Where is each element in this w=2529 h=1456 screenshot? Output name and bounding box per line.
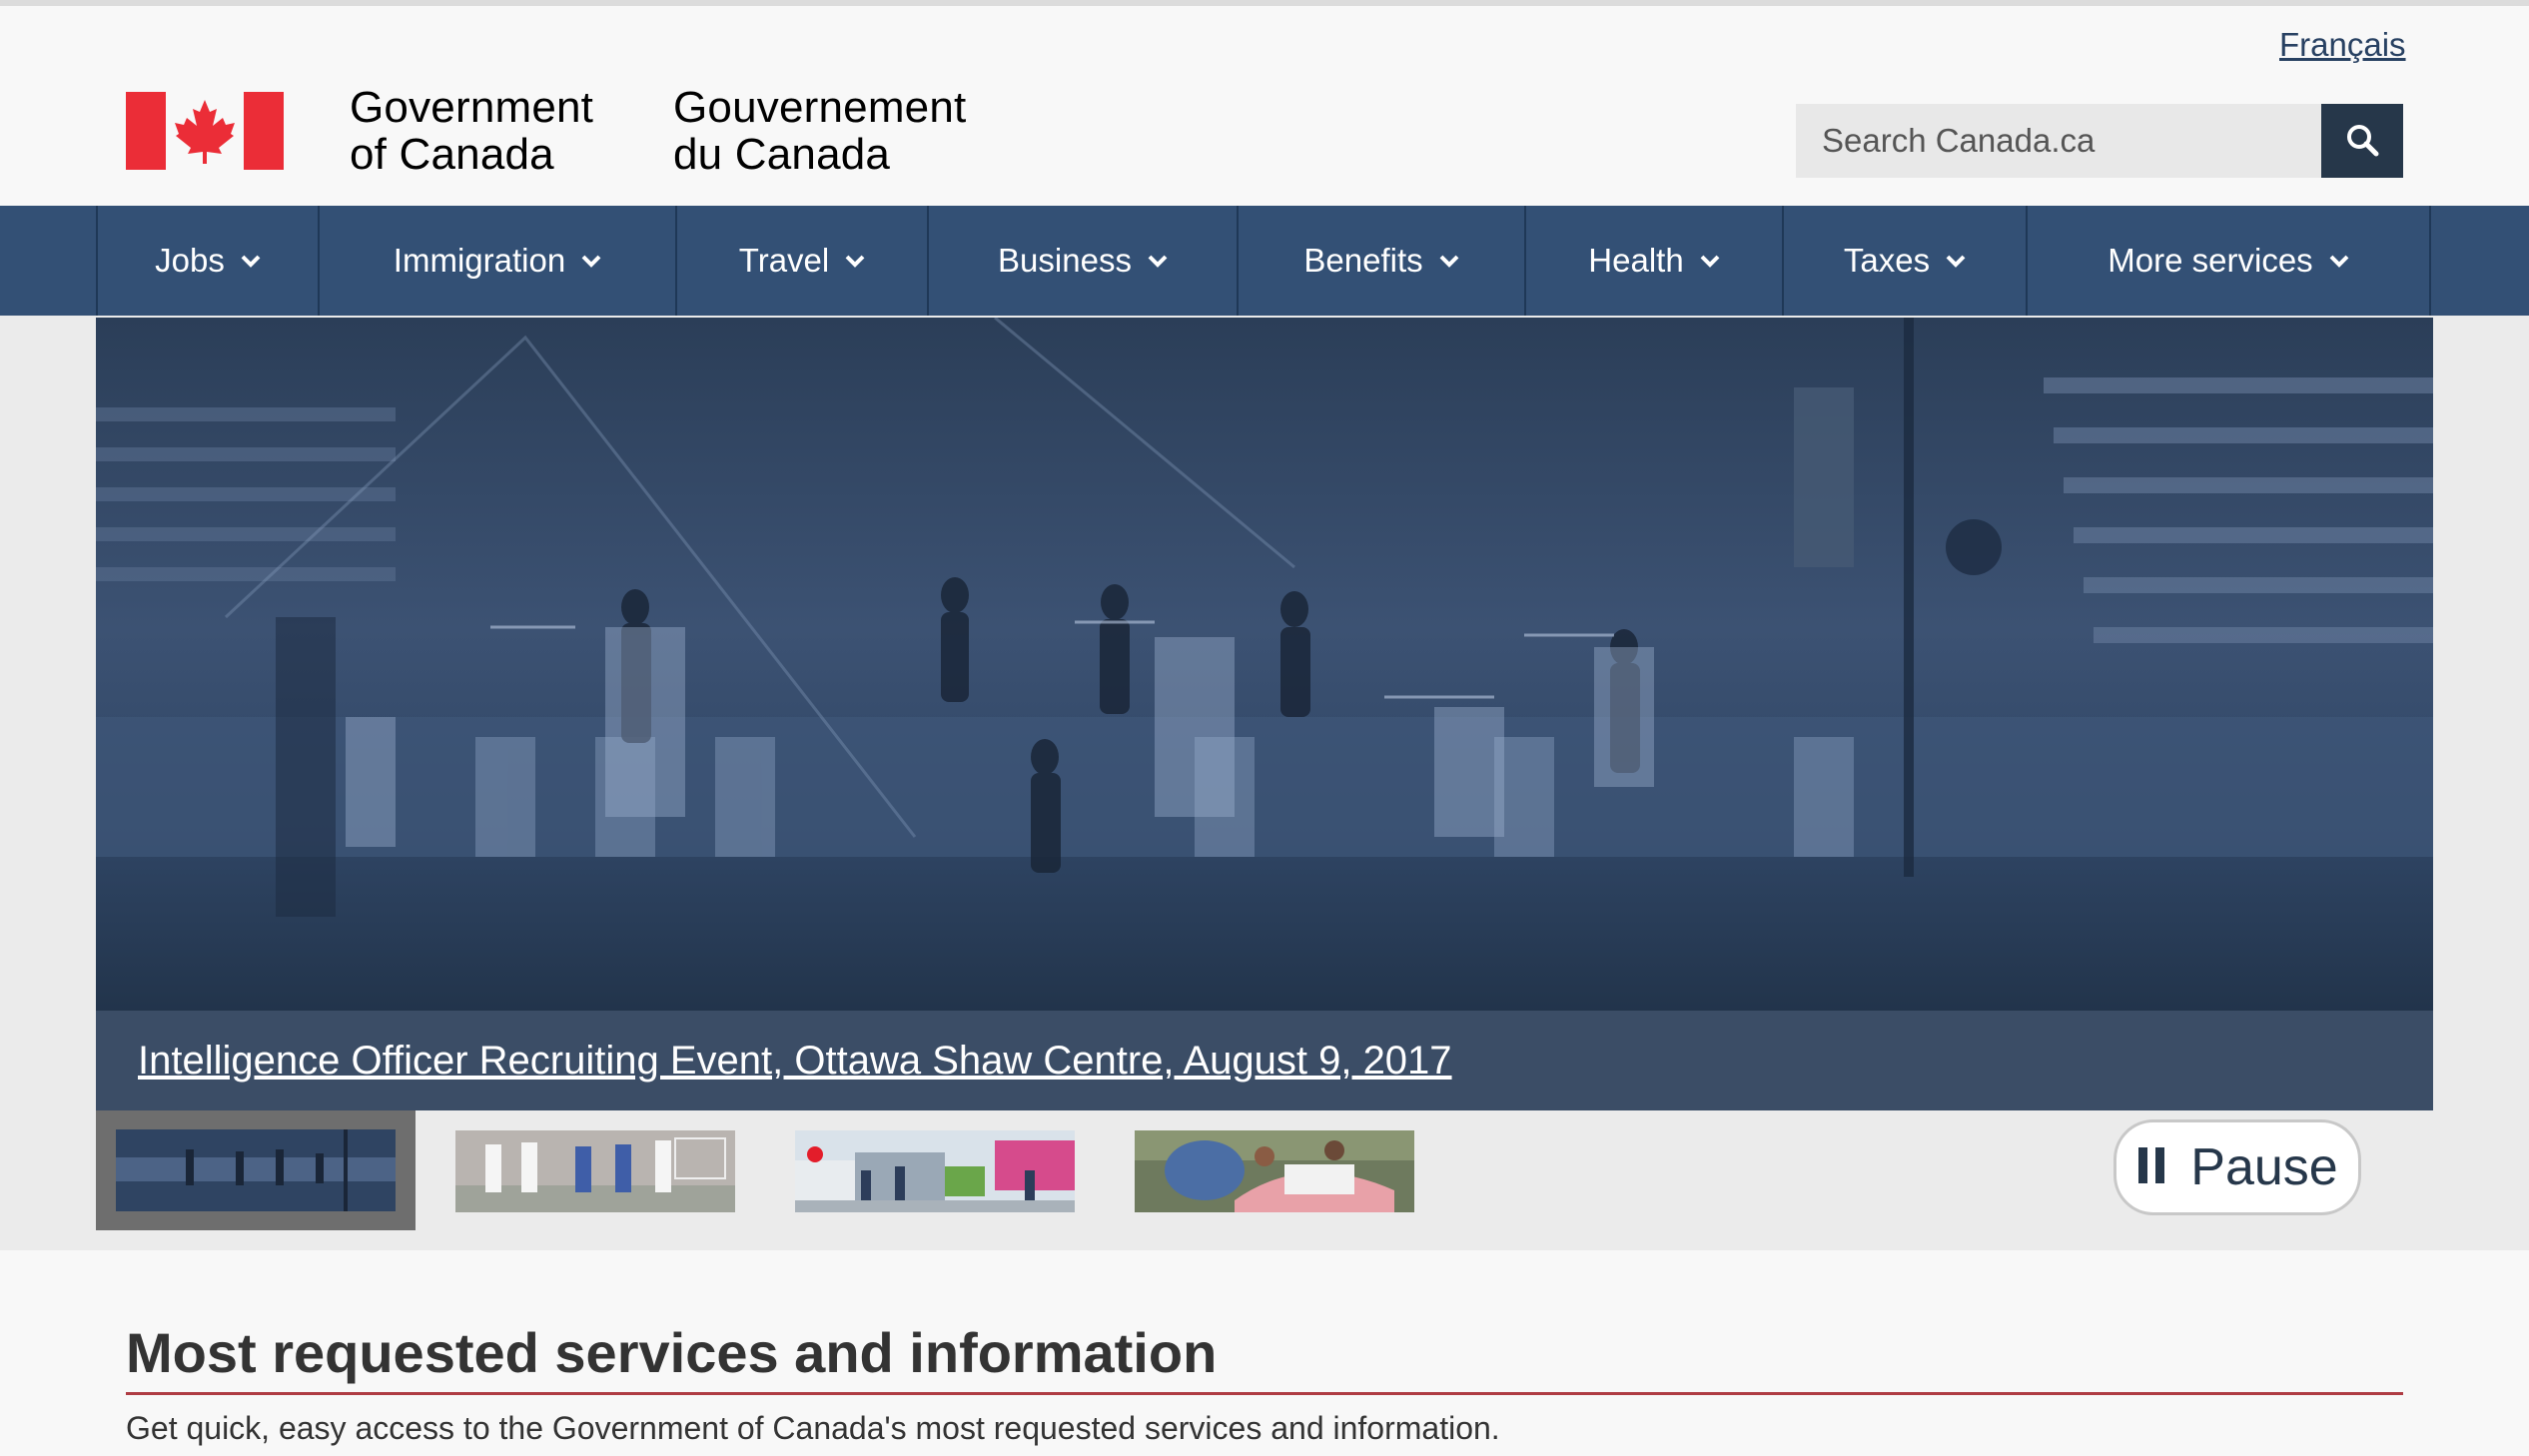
carousel-thumbnail-2[interactable] xyxy=(455,1130,735,1212)
carousel-thumbnails xyxy=(96,1110,416,1230)
menu-item-travel[interactable]: Travel xyxy=(677,206,929,316)
chevron-down-icon xyxy=(581,254,601,268)
search-icon xyxy=(2344,122,2380,161)
search-input[interactable] xyxy=(1796,104,2321,178)
wordmark-en-line1: Government xyxy=(350,83,594,132)
carousel-thumbnail-4[interactable] xyxy=(1135,1130,1414,1212)
canada-flag-icon xyxy=(126,92,284,170)
chevron-down-icon xyxy=(845,254,865,268)
chevron-down-icon xyxy=(241,254,261,268)
menu-item-jobs[interactable]: Jobs xyxy=(98,206,320,316)
wordmark-english[interactable]: Government of Canada xyxy=(350,84,593,178)
menu-item-label: More services xyxy=(2108,242,2313,279)
menu-item-business[interactable]: Business xyxy=(929,206,1239,316)
main-menu-bar: Jobs Immigration Travel Business Benefit… xyxy=(0,206,2529,316)
search-button[interactable] xyxy=(2321,104,2403,178)
menu-item-label: Jobs xyxy=(155,242,225,279)
menu-item-label: Business xyxy=(998,242,1132,279)
menu-item-label: Immigration xyxy=(393,242,566,279)
menu-item-label: Taxes xyxy=(1843,242,1931,279)
section-divider xyxy=(126,1392,2403,1395)
chevron-down-icon xyxy=(2329,254,2349,268)
carousel-caption: Intelligence Officer Recruiting Event, O… xyxy=(96,1011,2433,1110)
top-border xyxy=(0,0,2529,6)
menu-item-taxes[interactable]: Taxes xyxy=(1784,206,2028,316)
pause-label: Pause xyxy=(2190,1138,2338,1196)
wordmark-en-line2: of Canada xyxy=(350,130,554,179)
carousel-thumbnail-1[interactable] xyxy=(96,1110,416,1230)
menu-item-immigration[interactable]: Immigration xyxy=(320,206,677,316)
menu-item-label: Health xyxy=(1588,242,1684,279)
carousel-slide-image[interactable] xyxy=(96,318,2433,1011)
chevron-down-icon xyxy=(1439,254,1459,268)
menu-item-more-services[interactable]: More services xyxy=(2028,206,2431,316)
carousel-caption-link[interactable]: Intelligence Officer Recruiting Event, O… xyxy=(138,1039,1452,1084)
carousel-thumbnail-3[interactable] xyxy=(795,1130,1075,1212)
main-menu: Jobs Immigration Travel Business Benefit… xyxy=(96,206,2431,316)
chevron-down-icon xyxy=(1946,254,1966,268)
pause-icon xyxy=(2136,1145,2166,1190)
menu-item-benefits[interactable]: Benefits xyxy=(1239,206,1526,316)
wordmark-fr-line2: du Canada xyxy=(673,130,891,179)
wordmark-fr-line1: Gouvernement xyxy=(673,83,967,132)
chevron-down-icon xyxy=(1700,254,1720,268)
wordmark-french[interactable]: Gouvernement du Canada xyxy=(673,84,966,178)
chevron-down-icon xyxy=(1148,254,1168,268)
menu-item-health[interactable]: Health xyxy=(1526,206,1784,316)
carousel-pause-button[interactable]: Pause xyxy=(2113,1119,2361,1215)
section-title: Most requested services and information xyxy=(126,1321,1218,1384)
menu-item-label: Travel xyxy=(738,242,830,279)
menu-item-label: Benefits xyxy=(1303,242,1423,279)
government-signature[interactable] xyxy=(126,86,284,186)
language-toggle-link[interactable]: Français xyxy=(2279,26,2406,64)
search-form xyxy=(1796,104,2403,178)
section-lead: Get quick, easy access to the Government… xyxy=(126,1410,1500,1446)
